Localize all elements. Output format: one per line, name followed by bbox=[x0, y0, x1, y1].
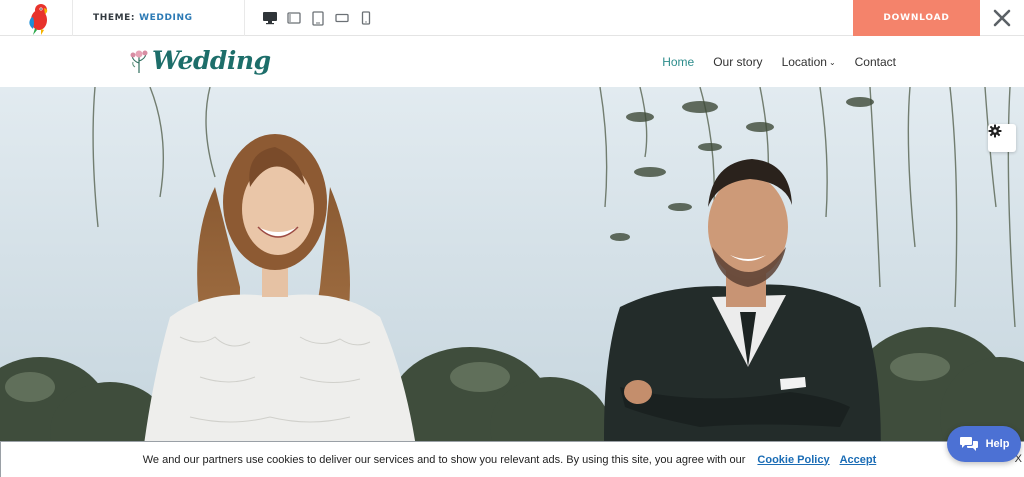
help-label: Help bbox=[985, 438, 1010, 450]
parrot-logo[interactable] bbox=[0, 0, 73, 36]
chat-bubbles-icon bbox=[959, 437, 978, 451]
theme-label: THEME: bbox=[93, 13, 136, 23]
desktop-icon[interactable] bbox=[262, 10, 278, 26]
site-header: Wedding Home Our story Location ⌄ Contact bbox=[0, 36, 1024, 87]
nav-item-our-story[interactable]: Our story bbox=[713, 55, 762, 69]
settings-button[interactable] bbox=[988, 124, 1016, 152]
nav-item-home[interactable]: Home bbox=[662, 55, 694, 69]
laptop-icon[interactable] bbox=[286, 10, 302, 26]
wedding-couple-photo bbox=[0, 87, 1024, 477]
device-switcher bbox=[262, 0, 374, 36]
preview-toolbar: THEME: WEDDING DOWNLOAD bbox=[0, 0, 1024, 36]
hero-banner bbox=[0, 87, 1024, 477]
tablet-portrait-icon[interactable] bbox=[310, 10, 326, 26]
theme-indicator: THEME: WEDDING bbox=[73, 0, 245, 36]
nav-item-contact[interactable]: Contact bbox=[855, 55, 896, 69]
brand-name: Wedding bbox=[152, 45, 271, 75]
main-nav: Home Our story Location ⌄ Contact bbox=[662, 36, 896, 87]
tablet-landscape-icon[interactable] bbox=[334, 10, 350, 26]
cookie-policy-link[interactable]: Cookie Policy bbox=[757, 454, 829, 466]
site-logo[interactable]: Wedding bbox=[128, 43, 271, 77]
theme-name: WEDDING bbox=[139, 13, 193, 23]
help-button[interactable]: Help bbox=[947, 426, 1021, 462]
nav-item-location-label: Location bbox=[781, 54, 827, 69]
cookie-message: We and our partners use cookies to deliv… bbox=[142, 453, 746, 466]
download-button[interactable]: DOWNLOAD bbox=[853, 0, 980, 36]
cookie-consent-bar: We and our partners use cookies to deliv… bbox=[0, 441, 1024, 477]
close-icon[interactable] bbox=[980, 0, 1024, 36]
accept-cookies-link[interactable]: Accept bbox=[840, 454, 877, 466]
parrot-icon bbox=[29, 4, 48, 35]
gear-icon bbox=[988, 124, 1002, 138]
mobile-icon[interactable] bbox=[358, 10, 374, 26]
flower-icon bbox=[130, 50, 148, 73]
nav-item-location[interactable]: Location ⌄ bbox=[782, 55, 836, 69]
chevron-down-icon: ⌄ bbox=[828, 57, 836, 67]
